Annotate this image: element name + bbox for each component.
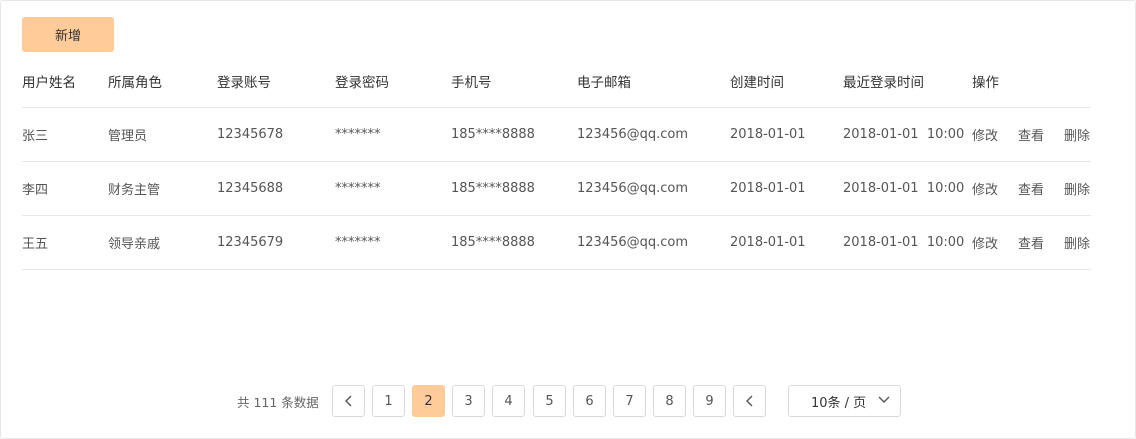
column-header-account: 登录账号 (217, 75, 271, 91)
cell-account: 12345678 (217, 127, 284, 142)
cell-password: ******* (335, 127, 381, 142)
cell-email: 123456@qq.com (577, 235, 689, 250)
cell-account: 12345688 (217, 181, 284, 196)
cell-account: 12345679 (217, 235, 284, 250)
column-header-role: 所属角色 (108, 75, 162, 91)
chevron-down-icon (878, 396, 890, 403)
page-button[interactable]: 5 (533, 385, 566, 417)
page-button[interactable]: 4 (492, 385, 525, 417)
cell-last-login: 2018-01-01 10:00 (843, 235, 965, 250)
delete-link[interactable]: 删除 (1064, 216, 1090, 269)
view-link[interactable]: 查看 (1018, 216, 1044, 269)
page-button[interactable]: 9 (693, 385, 726, 417)
add-button[interactable]: 新增 (22, 17, 114, 52)
column-header-name: 用户姓名 (22, 75, 76, 91)
page-button[interactable]: 3 (452, 385, 485, 417)
cell-name: 李四 (22, 183, 49, 198)
table-row: 王五 领导亲戚 12345679 ******* 185****8888 123… (22, 216, 1091, 270)
page-button[interactable]: 8 (653, 385, 686, 417)
cell-last-login: 2018-01-01 10:00 (843, 181, 965, 196)
cell-email: 123456@qq.com (577, 181, 689, 196)
prev-page-button[interactable] (332, 385, 365, 417)
column-header-last-login: 最近登录时间 (843, 75, 924, 91)
cell-role: 管理员 (108, 129, 148, 144)
view-link[interactable]: 查看 (1018, 162, 1044, 215)
column-header-phone: 手机号 (451, 75, 492, 91)
cell-password: ******* (335, 235, 381, 250)
column-header-actions: 操作 (972, 75, 999, 91)
chevron-left-icon (745, 395, 752, 407)
cell-created: 2018-01-01 (730, 181, 806, 196)
table-row: 张三 管理员 12345678 ******* 185****8888 1234… (22, 108, 1091, 162)
table-header: 用户姓名 所属角色 登录账号 登录密码 手机号 电子邮箱 创建时间 最近登录时间… (22, 61, 1091, 108)
chevron-left-icon (344, 395, 351, 407)
cell-name: 王五 (22, 237, 49, 252)
user-table: 用户姓名 所属角色 登录账号 登录密码 手机号 电子邮箱 创建时间 最近登录时间… (22, 61, 1091, 270)
pagination: 共 111 条数据 1 2 3 4 5 6 7 8 9 10条 / 页 (1, 385, 1136, 417)
column-header-created: 创建时间 (730, 75, 784, 91)
cell-phone: 185****8888 (451, 235, 535, 250)
total-count: 共 111 条数据 (237, 394, 319, 410)
user-management-panel: 新增 用户姓名 所属角色 登录账号 登录密码 手机号 电子邮箱 创建时间 最近登… (0, 0, 1136, 439)
edit-link[interactable]: 修改 (972, 162, 998, 215)
cell-email: 123456@qq.com (577, 127, 689, 142)
next-page-button[interactable] (733, 385, 766, 417)
edit-link[interactable]: 修改 (972, 216, 998, 269)
view-link[interactable]: 查看 (1018, 108, 1044, 161)
page-size-label: 10条 / 页 (811, 395, 867, 411)
cell-name: 张三 (22, 129, 49, 144)
delete-link[interactable]: 删除 (1064, 108, 1090, 161)
cell-role: 领导亲戚 (108, 237, 161, 252)
cell-role: 财务主管 (108, 183, 161, 198)
page-button[interactable]: 7 (613, 385, 646, 417)
cell-created: 2018-01-01 (730, 235, 806, 250)
page-button[interactable]: 1 (372, 385, 405, 417)
cell-last-login: 2018-01-01 10:00 (843, 127, 965, 142)
column-header-password: 登录密码 (335, 75, 389, 91)
cell-password: ******* (335, 181, 381, 196)
table-row: 李四 财务主管 12345688 ******* 185****8888 123… (22, 162, 1091, 216)
page-button-current[interactable]: 2 (412, 385, 445, 417)
cell-created: 2018-01-01 (730, 127, 806, 142)
delete-link[interactable]: 删除 (1064, 162, 1090, 215)
column-header-email: 电子邮箱 (577, 75, 631, 91)
cell-phone: 185****8888 (451, 181, 535, 196)
edit-link[interactable]: 修改 (972, 108, 998, 161)
page-button[interactable]: 6 (573, 385, 606, 417)
page-size-select[interactable]: 10条 / 页 (788, 385, 901, 417)
cell-phone: 185****8888 (451, 127, 535, 142)
